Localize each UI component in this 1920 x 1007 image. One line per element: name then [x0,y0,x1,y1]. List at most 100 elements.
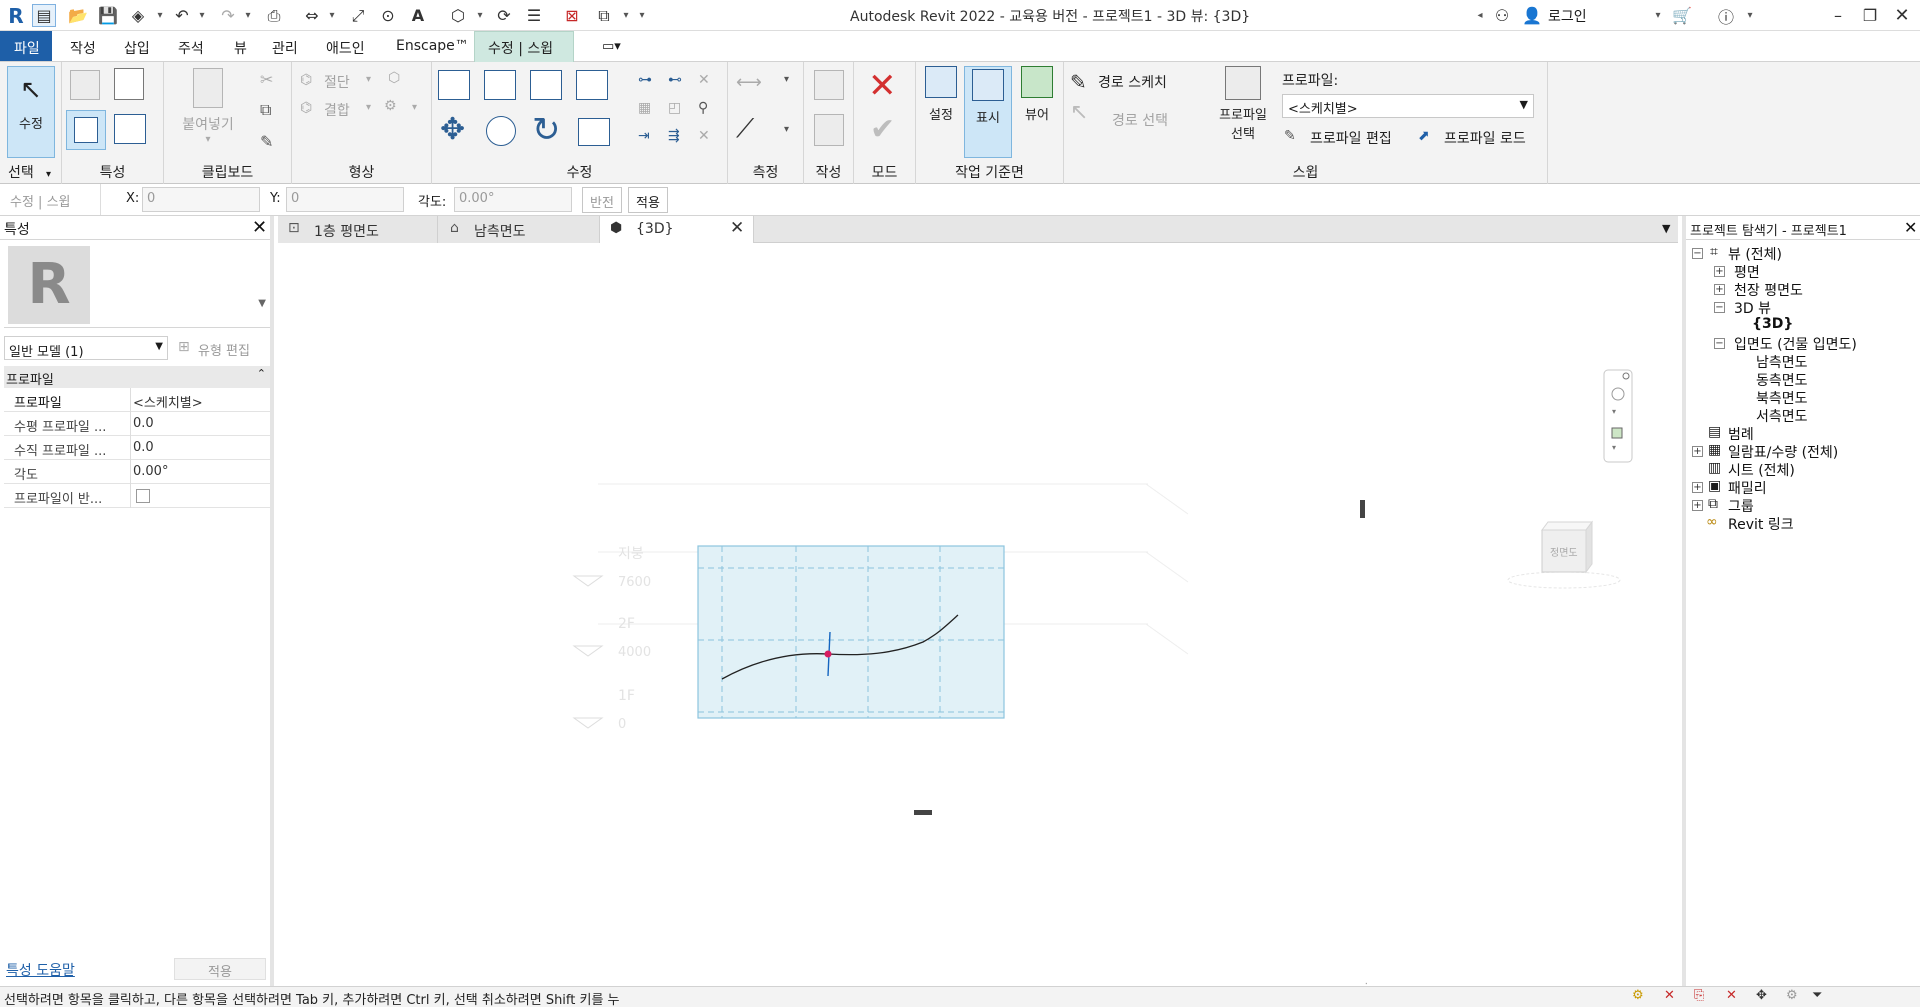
switch-windows-dropdown-icon[interactable]: ▾ [620,4,632,27]
set-work-plane-button[interactable]: 설정 [920,66,962,123]
copy-icon[interactable]: ⧉ [260,100,271,120]
paste-button[interactable]: 붙여넣기 ▾ [180,68,236,145]
pick-path-icon[interactable]: ↖ [1070,100,1088,125]
delete-icon[interactable]: ✕ [698,128,710,144]
view-cube[interactable]: 정면도 [1507,520,1621,589]
minimize-icon[interactable]: – [1826,4,1850,27]
zoom-dropdown-icon[interactable]: ▾ [1612,443,1616,452]
cut-dropdown-icon[interactable]: ▾ [366,74,371,85]
tree-ceiling-plans[interactable]: 천장 평면도 [1734,280,1803,300]
trim-extend-icon[interactable] [578,118,610,146]
tree-revit-links[interactable]: Revit 링크 [1728,514,1794,534]
profile-select[interactable]: <스케치별> ▼ [1282,94,1534,118]
undo-icon[interactable]: ↶ [170,4,194,27]
dimension-icon[interactable]: ⤢ [346,4,370,27]
property-row[interactable]: 수직 프로파일 ... 0.0 [4,436,270,460]
tree-families[interactable]: 패밀리 [1728,478,1767,498]
user-icon[interactable]: 👤 [1520,4,1544,27]
close-window-icon[interactable]: ✕ [1890,4,1914,27]
properties-section-header[interactable]: 프로파일 ⌃ [4,366,270,388]
property-row[interactable]: 프로파일이 반... [4,484,270,508]
tab-list-dropdown-icon[interactable]: ▼ [1662,222,1670,235]
tab-modify-sweep[interactable]: 수정 | 스윕 [488,38,553,58]
properties-help-link[interactable]: 특성 도움말 [6,960,75,980]
measure-icon[interactable]: ⇔ [300,4,324,27]
drag-elements-icon[interactable]: ✥ [1756,988,1767,1003]
zoom-region-icon[interactable] [1611,427,1623,439]
select-profile-button[interactable]: 프로파일 선택 [1210,66,1276,142]
worksets-icon[interactable]: ⚙ [1632,988,1644,1003]
undo-dropdown-icon[interactable]: ▾ [196,4,208,27]
split-element-icon[interactable]: ⊶ [638,72,652,88]
scale-icon[interactable]: ◰ [668,100,681,116]
save-icon[interactable]: 💾 [96,4,120,27]
angle-input[interactable]: 0.00° [454,187,572,212]
tab-enscape[interactable]: Enscape™ [396,38,469,54]
mirror-pick-axis-icon[interactable] [530,70,562,100]
modify-button[interactable]: ↖ 수정 [7,66,55,158]
type-properties-icon[interactable] [70,70,100,100]
split-gap-icon[interactable]: ⊷ [668,72,682,88]
tree-sheets[interactable]: 시트 (전체) [1728,460,1795,480]
align-icon[interactable] [438,70,470,100]
type-preview[interactable]: R ▼ [4,244,270,328]
select-pinned-icon[interactable]: ✕ [1726,988,1737,1003]
property-value[interactable]: 0.00° [133,464,168,479]
tree-schedules[interactable]: 일람표/수량 (전체) [1728,442,1838,462]
redo-icon[interactable]: ↷ [216,4,240,27]
wall-joins-icon[interactable]: ⬡ [388,70,400,86]
load-profile-icon[interactable]: ⬈ [1418,128,1430,144]
properties-toggle-button[interactable] [66,110,106,150]
cancel-edit-mode-icon[interactable]: ✕ [868,66,897,106]
sync-icon[interactable]: ◈ [126,4,150,27]
level-marker-2f[interactable] [572,645,604,657]
pick-path-button[interactable]: 경로 선택 [1112,110,1168,130]
login-label[interactable]: 로그인 [1548,6,1587,26]
split-face-icon[interactable]: ⚙ [384,98,397,114]
work-plane-viewer-button[interactable]: 뷰어 [1016,66,1058,123]
collapse-icon[interactable]: − [1692,248,1703,259]
type-filter-select[interactable]: 일반 모델 (1) ▼ [4,336,168,360]
profile-insertion-point[interactable] [824,650,832,658]
view-tab-elevation[interactable]: ⌂ 남측면도 [438,216,600,243]
trim-single-icon[interactable]: ⇥ [638,128,650,144]
join-dropdown-icon[interactable]: ▾ [366,102,371,113]
expand-icon[interactable]: + [1714,284,1725,295]
aligned-dimension-icon[interactable]: ⟋ [736,114,754,145]
measure-between-icon[interactable]: ⟷ [736,72,762,93]
close-hidden-icon[interactable]: ⊠ [560,4,584,27]
switch-windows-icon[interactable]: ⧉ [592,4,616,27]
measure-dropdown-icon[interactable]: ▾ [326,4,338,27]
trim-multiple-icon[interactable]: ⇶ [668,128,680,144]
pin-icon[interactable]: ✕ [698,72,710,88]
create-group-icon[interactable] [814,114,844,146]
level-marker-1f[interactable] [572,717,604,729]
drawing-area[interactable]: ⊡ 1층 평면도 ⌂ 남측면도 ⬢ {3D} ✕ ▼ 지붕 7600 2F 40… [278,216,1678,993]
search-collapse-icon[interactable]: ◂ [1474,4,1486,27]
select-dropdown-icon[interactable]: ▾ [46,169,51,180]
section-icon[interactable]: ⟳ [492,4,516,27]
cut-icon[interactable]: ✂ [260,70,273,89]
3d-view-icon[interactable]: ⬡ [446,4,470,27]
tree-elevation-item[interactable]: 북측면도 [1756,388,1808,408]
tab-architecture[interactable]: 작성 [70,38,96,58]
tree-elevations[interactable]: 입면도 (건물 입면도) [1734,334,1857,354]
copy-element-icon[interactable] [486,116,516,146]
tab-addins[interactable]: 애드인 [326,38,365,58]
sketch-path-icon[interactable]: ✎ [1070,70,1087,94]
rotate-icon[interactable]: ↻ [532,110,561,150]
property-value[interactable]: <스케치별> [133,392,203,411]
flip-button[interactable]: 반전 [582,187,622,213]
family-types-icon[interactable] [114,68,144,100]
view-tab-3d[interactable]: ⬢ {3D} ✕ [600,216,754,243]
model-canvas[interactable]: 지붕 7600 2F 4000 1F 0 정면도 ▾ ▾ [278,244,1678,986]
close-icon[interactable]: ✕ [730,218,744,238]
show-work-plane-button[interactable]: 표시 [964,66,1012,158]
move-icon[interactable]: ✥ [440,112,465,147]
tree-elevation-item[interactable]: 동측면도 [1756,370,1808,390]
horizontal-scroll-thumb[interactable] [914,810,932,815]
edit-profile-icon[interactable]: ✎ [1284,128,1296,144]
expand-icon[interactable]: + [1714,266,1725,277]
join-geometry-icon[interactable]: ⌬ [300,100,312,116]
collapse-icon[interactable]: − [1714,302,1725,313]
